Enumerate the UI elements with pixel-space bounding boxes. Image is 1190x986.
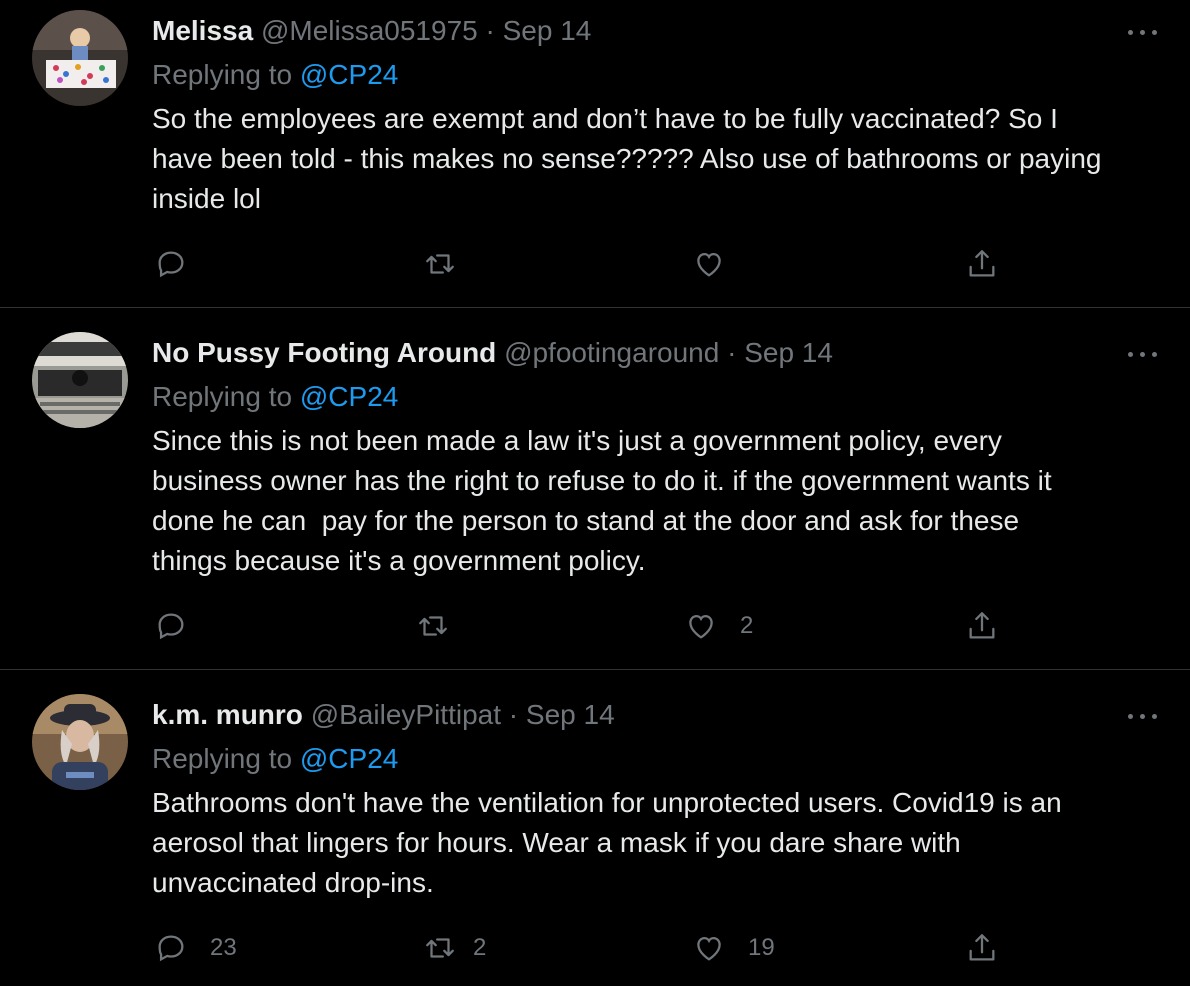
replying-to-handle[interactable]: @CP24 <box>300 59 398 90</box>
like-button[interactable] <box>692 244 748 284</box>
display-name[interactable]: No Pussy Footing Around <box>152 337 496 368</box>
retweet-button[interactable] <box>423 244 479 284</box>
replying-to: Replying to @CP24 <box>152 58 398 92</box>
user-handle[interactable]: @BaileyPittipat <box>311 699 501 730</box>
share-button[interactable] <box>965 244 999 284</box>
share-icon <box>969 250 995 277</box>
share-button[interactable] <box>965 606 999 646</box>
tweet-date[interactable]: Sep 14 <box>744 337 833 368</box>
more-options-icon[interactable] <box>1126 22 1160 42</box>
tweet-actions <box>0 244 1190 284</box>
like-button[interactable]: 19 <box>692 928 775 968</box>
user-handle[interactable]: @Melissa051975 <box>261 15 478 46</box>
tweet-actions: 2 <box>0 606 1190 646</box>
reply-button[interactable] <box>154 606 210 646</box>
tweet-text: Bathrooms don't have the ventilation for… <box>152 787 1062 898</box>
tweet[interactable]: k.m. munro @BaileyPittipat · Sep 14 Repl… <box>0 670 1190 986</box>
retweet-count: 2 <box>473 934 487 961</box>
reply-button[interactable]: 23 <box>154 928 237 968</box>
tweet-header: No Pussy Footing Around @pfootingaround … <box>152 336 833 370</box>
separator-dot: · <box>508 699 519 730</box>
replying-to-label: Replying to <box>152 743 293 774</box>
retweet-button[interactable] <box>416 606 472 646</box>
replying-to: Replying to @CP24 <box>152 380 398 414</box>
like-icon <box>697 936 721 961</box>
replying-to-handle[interactable]: @CP24 <box>300 381 398 412</box>
like-icon <box>697 252 721 277</box>
share-icon <box>969 934 995 961</box>
tweet[interactable]: No Pussy Footing Around @pfootingaround … <box>0 308 1190 669</box>
retweet-button[interactable]: 2 <box>423 928 486 968</box>
replying-to-handle[interactable]: @CP24 <box>300 743 398 774</box>
separator-dot: · <box>485 15 495 46</box>
retweet-icon <box>426 938 454 958</box>
tweet-date[interactable]: Sep 14 <box>526 699 615 730</box>
user-handle[interactable]: @pfootingaround <box>504 337 719 368</box>
avatar[interactable] <box>32 10 128 106</box>
reply-button[interactable] <box>154 244 210 284</box>
replying-to: Replying to @CP24 <box>152 742 398 776</box>
tweet-header: k.m. munro @BaileyPittipat · Sep 14 <box>152 698 615 732</box>
display-name[interactable]: Melissa <box>152 15 253 46</box>
like-count: 19 <box>748 934 775 961</box>
reply-count: 23 <box>210 934 237 961</box>
retweet-icon <box>419 616 447 636</box>
share-button[interactable] <box>965 928 999 968</box>
reply-icon <box>158 613 184 640</box>
display-name[interactable]: k.m. munro <box>152 699 303 730</box>
replying-to-label: Replying to <box>152 381 293 412</box>
avatar[interactable] <box>32 694 128 790</box>
tweet-header: Melissa @Melissa051975 · Sep 14 <box>152 14 591 48</box>
more-options-icon[interactable] <box>1126 344 1160 364</box>
like-icon <box>689 614 713 639</box>
avatar[interactable] <box>32 332 128 428</box>
like-count: 2 <box>740 612 754 639</box>
reply-icon <box>158 935 184 962</box>
replying-to-label: Replying to <box>152 59 293 90</box>
share-icon <box>969 612 995 639</box>
reply-icon <box>158 251 184 278</box>
tweet-actions: 23 2 19 <box>0 928 1190 968</box>
tweet-date[interactable]: Sep 14 <box>503 15 592 46</box>
like-button[interactable]: 2 <box>684 606 753 646</box>
tweet-text: Since this is not been made a law it's j… <box>152 425 1052 576</box>
tweet[interactable]: Melissa @Melissa051975 · Sep 14 Replying… <box>0 0 1190 307</box>
separator-dot: · <box>727 337 737 368</box>
more-options-icon[interactable] <box>1126 706 1160 726</box>
tweet-text: So the employees are exempt and don’t ha… <box>152 103 1102 214</box>
retweet-icon <box>426 254 454 274</box>
